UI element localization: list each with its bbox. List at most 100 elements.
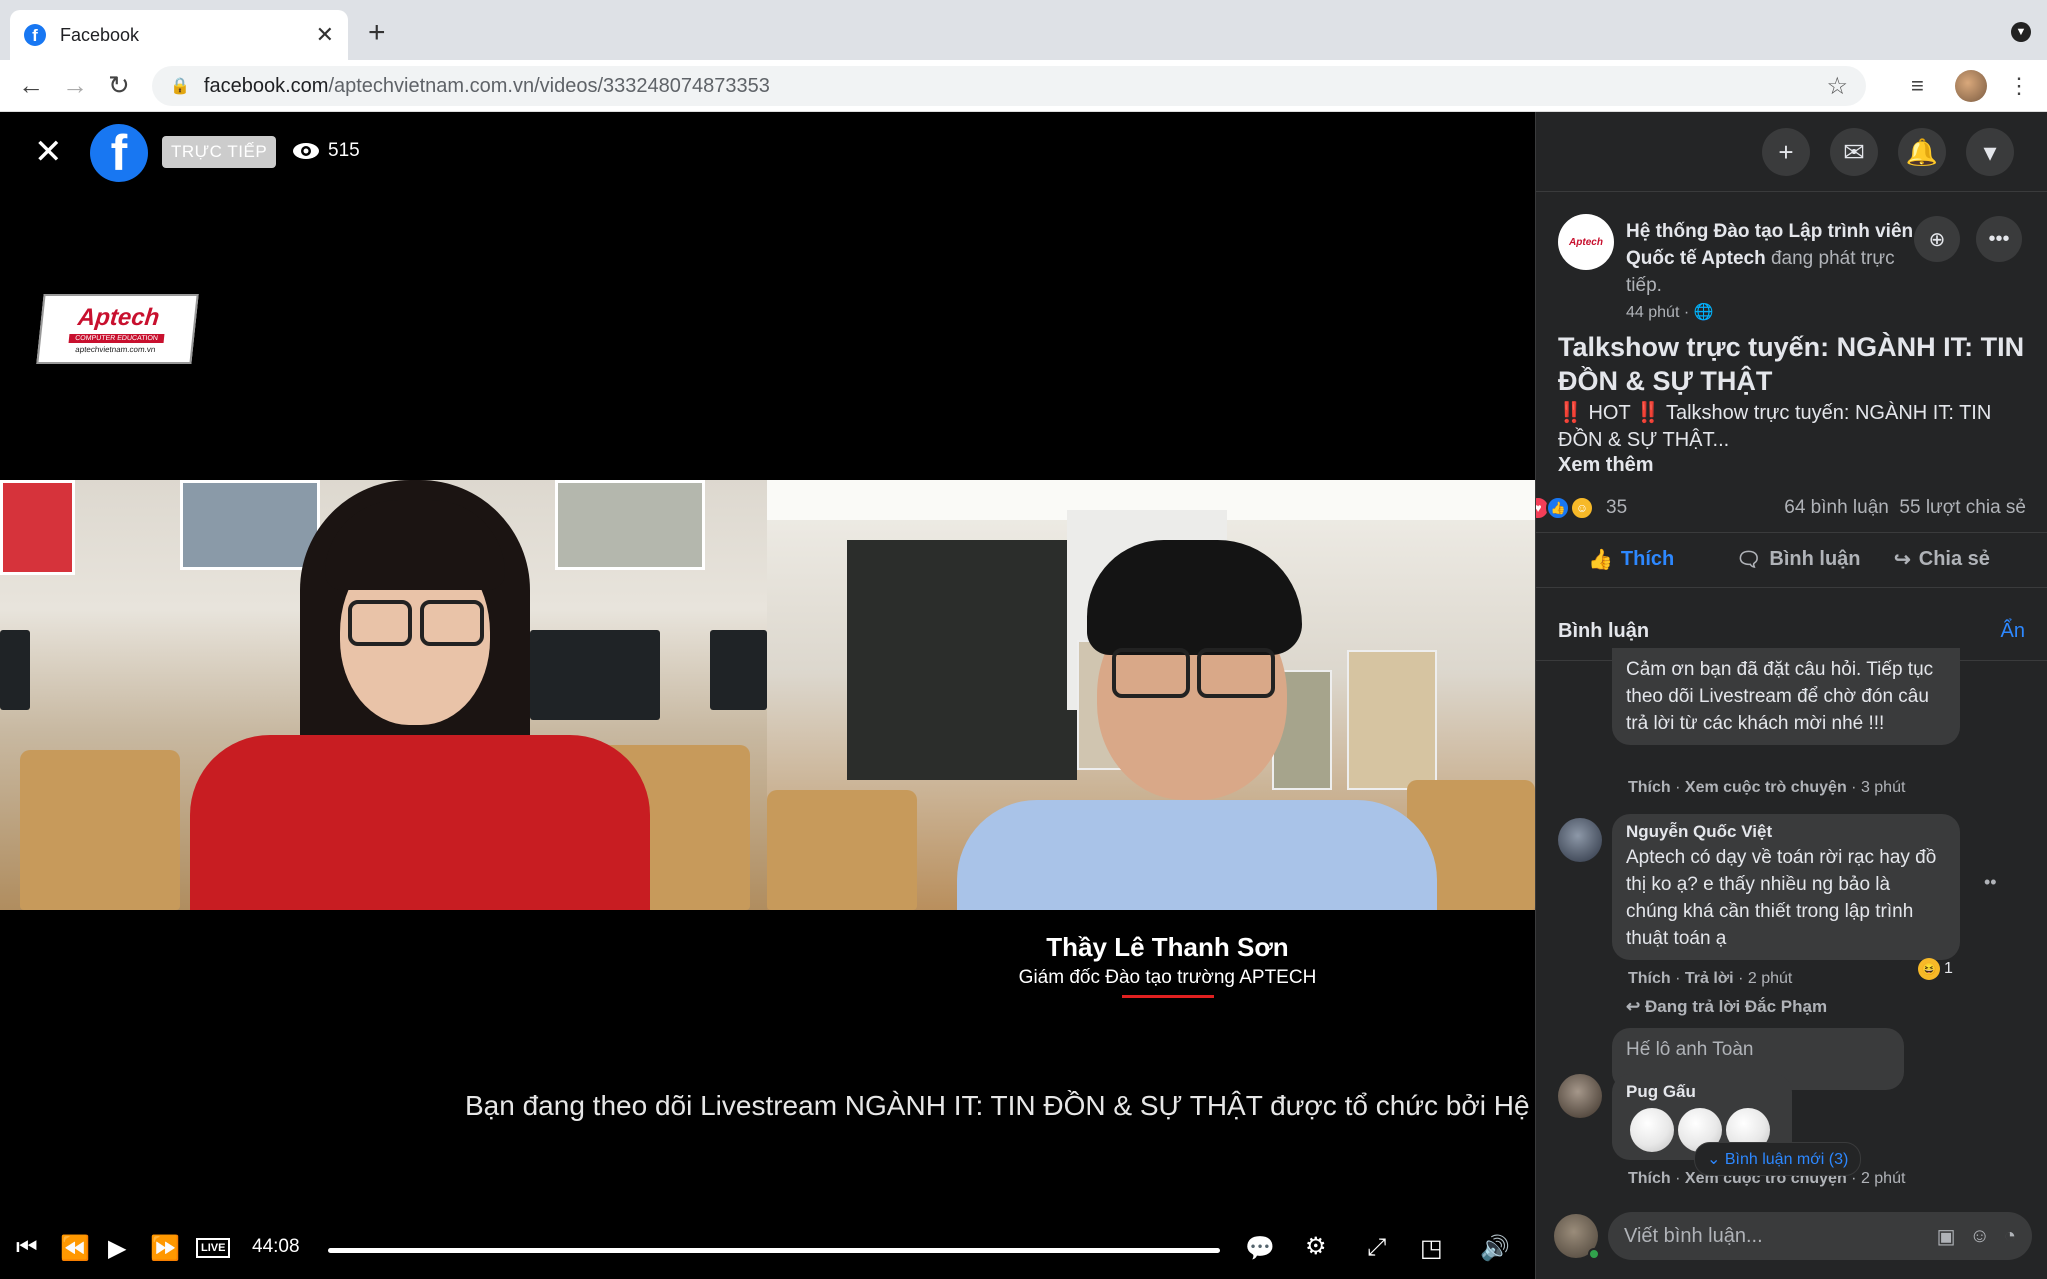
- post-time[interactable]: 44 phút ·: [1626, 304, 1694, 321]
- see-more-link[interactable]: Xem thêm: [1558, 454, 1654, 477]
- comment-button[interactable]: 🗨 Bình luận: [1736, 547, 1861, 572]
- page-avatar-logo: Aptech: [1569, 236, 1603, 248]
- hide-comments-link[interactable]: Ẩn: [2001, 620, 2025, 643]
- sticker-icon[interactable]: ◔: [2004, 1225, 2016, 1248]
- close-tab-icon[interactable]: ✕: [316, 22, 334, 48]
- thumbs-up-icon: 👍: [1588, 549, 1613, 571]
- reading-list-icon[interactable]: ≡: [1911, 73, 1924, 99]
- gif-icon[interactable]: ▣: [1937, 1224, 1956, 1249]
- comment-like-link[interactable]: Thích: [1628, 970, 1671, 987]
- comment-reply-link[interactable]: Trả lời: [1685, 970, 1734, 987]
- wall-poster: [1347, 650, 1437, 790]
- reaction-summary[interactable]: ♥ 👍 ☺ 35 64 bình luận 55 lượt chia sẻ: [1536, 492, 2047, 522]
- sticker-image[interactable]: [1630, 1108, 1674, 1152]
- create-plus-icon[interactable]: +: [1762, 128, 1810, 176]
- live-badge: TRỰC TIẾP: [162, 136, 277, 168]
- volume-icon[interactable]: 🔊: [1480, 1234, 1510, 1263]
- commenter-avatar[interactable]: [1558, 1074, 1602, 1118]
- progress-bar[interactable]: [328, 1248, 1220, 1253]
- playback-time: 44:08: [252, 1236, 300, 1257]
- post-actions: 👍 Thích 🗨 Bình luận ↪ Chia sẻ: [1536, 532, 2047, 588]
- comment-like-link[interactable]: Thích: [1628, 1170, 1671, 1187]
- browser-tab-bar: f Facebook ✕ + ▼: [0, 0, 2047, 60]
- presenter-shirt: [190, 735, 650, 910]
- browser-tab[interactable]: f Facebook ✕: [10, 10, 348, 60]
- reload-icon[interactable]: ↻: [108, 70, 130, 101]
- video-frame-guest: [767, 480, 1535, 910]
- monitor: [0, 630, 30, 710]
- comment-more-icon[interactable]: ••: [1984, 872, 1997, 893]
- speaker-role: Giám đốc Đào tạo trường APTECH: [1018, 967, 1317, 988]
- share-count[interactable]: 55 lượt chia sẻ: [1899, 497, 2026, 518]
- comment-time[interactable]: · 2 phút: [1734, 970, 1792, 987]
- nameplate-underline: [1121, 995, 1214, 998]
- profile-avatar[interactable]: [1955, 70, 1987, 102]
- browser-menu-icon[interactable]: ⋮: [2008, 73, 2030, 99]
- bookmark-star-icon[interactable]: ☆: [1826, 72, 1848, 101]
- live-control-badge[interactable]: LIVE: [196, 1238, 231, 1258]
- close-video-icon[interactable]: ✕: [34, 132, 63, 172]
- more-options-icon[interactable]: •••: [1976, 216, 2022, 262]
- comment-time[interactable]: · 2 phút: [1847, 1170, 1905, 1187]
- care-reaction-icon: ☺: [1570, 496, 1594, 520]
- fullscreen-icon[interactable]: ⤢: [1367, 1234, 1386, 1262]
- ticker-text: Bạn đang theo dõi Livestream NGÀNH IT: T…: [465, 1090, 1535, 1121]
- video-frame-host: [0, 480, 767, 910]
- presenter-glasses-right: [420, 600, 484, 646]
- aptech-logo-sub: COMPUTER EDUCATION: [68, 334, 165, 343]
- viewer-count-number: 515: [328, 140, 360, 161]
- comment-reaction-count[interactable]: 1: [1944, 960, 1953, 978]
- messenger-icon[interactable]: ✉: [1830, 128, 1878, 176]
- facebook-logo-icon[interactable]: f: [90, 124, 148, 182]
- comment-view-thread-link[interactable]: Xem cuộc trò chuyện: [1685, 779, 1847, 796]
- comment-count[interactable]: 64 bình luận: [1784, 497, 1889, 518]
- chair: [20, 750, 180, 910]
- url-text: facebook.com/aptechvietnam.com.vn/videos…: [203, 74, 770, 97]
- online-status-dot: [1588, 1248, 1600, 1260]
- emoji-icon[interactable]: ☺: [1969, 1225, 1989, 1248]
- comment-input[interactable]: Viết bình luận... ▣ ☺ ◔: [1608, 1212, 2032, 1260]
- fast-forward-icon[interactable]: ⏩: [150, 1234, 180, 1263]
- comment-like-link[interactable]: Thích: [1628, 779, 1671, 796]
- wall-poster: [0, 480, 75, 575]
- play-icon[interactable]: ▶: [108, 1234, 126, 1263]
- like-button[interactable]: 👍 Thích: [1588, 547, 1674, 572]
- comment-author[interactable]: Nguyễn Quốc Việt: [1626, 822, 1946, 842]
- post-panel: + ✉ 🔔 ▾ Aptech Hệ thống Đào tạo Lập trìn…: [1535, 112, 2047, 1279]
- haha-reaction-icon: 😆: [1918, 958, 1940, 980]
- aptech-logo-brand: Aptech: [76, 304, 161, 331]
- tab-search-icon[interactable]: ▼: [2011, 22, 2031, 42]
- account-dropdown-icon[interactable]: ▾: [1966, 128, 2014, 176]
- forward-arrow-icon[interactable]: →: [62, 70, 88, 101]
- guest-hair: [1087, 540, 1302, 655]
- reaction-count: 35: [1606, 497, 1628, 518]
- wall-poster: [180, 480, 320, 570]
- page-avatar[interactable]: Aptech: [1558, 214, 1614, 270]
- share-button[interactable]: ↪ Chia sẻ: [1894, 547, 1990, 572]
- skip-to-start-icon[interactable]: ⏮: [16, 1234, 38, 1262]
- viewer-count: 515: [292, 140, 360, 162]
- captions-icon[interactable]: 💬: [1245, 1234, 1275, 1263]
- comment-meta: Thích · Xem cuộc trò chuyện · 3 phút: [1628, 779, 1906, 796]
- notifications-bell-icon[interactable]: 🔔: [1898, 128, 1946, 176]
- video-player[interactable]: ✕ f TRỰC TIẾP 515 Aptech COMPUTER EDUCAT…: [0, 112, 1535, 1279]
- back-arrow-icon[interactable]: ←: [18, 70, 44, 101]
- wall-poster: [555, 480, 705, 570]
- like-reaction-icon: 👍: [1546, 496, 1570, 520]
- new-comments-button[interactable]: ⌄ Bình luận mới (3): [1694, 1142, 1862, 1176]
- guest-shirt: [957, 800, 1437, 910]
- speaker-name: Thầy Lê Thanh Sơn: [1046, 932, 1289, 962]
- address-bar[interactable]: 🔒 facebook.com/aptechvietnam.com.vn/vide…: [152, 66, 1866, 106]
- comment-input-placeholder: Viết bình luận...: [1624, 1224, 1763, 1247]
- eye-icon: [293, 143, 319, 159]
- new-tab-button[interactable]: +: [368, 16, 386, 50]
- post-body: ‼️ HOT ‼️ Talkshow trực tuyến: NGÀNH IT:…: [1558, 402, 1992, 451]
- quoted-text: Hế lô anh Toàn: [1626, 1039, 1754, 1060]
- commenter-avatar[interactable]: [1558, 818, 1602, 862]
- comment-author[interactable]: Pug Gấu: [1626, 1082, 1778, 1102]
- comment-time[interactable]: · 3 phút: [1847, 779, 1905, 796]
- rewind-icon[interactable]: ⏪: [60, 1234, 90, 1263]
- settings-gear-icon[interactable]: ⚙: [1305, 1232, 1327, 1261]
- picture-in-picture-icon[interactable]: ◳: [1420, 1234, 1443, 1263]
- save-bookmark-icon[interactable]: ⊕: [1914, 216, 1960, 262]
